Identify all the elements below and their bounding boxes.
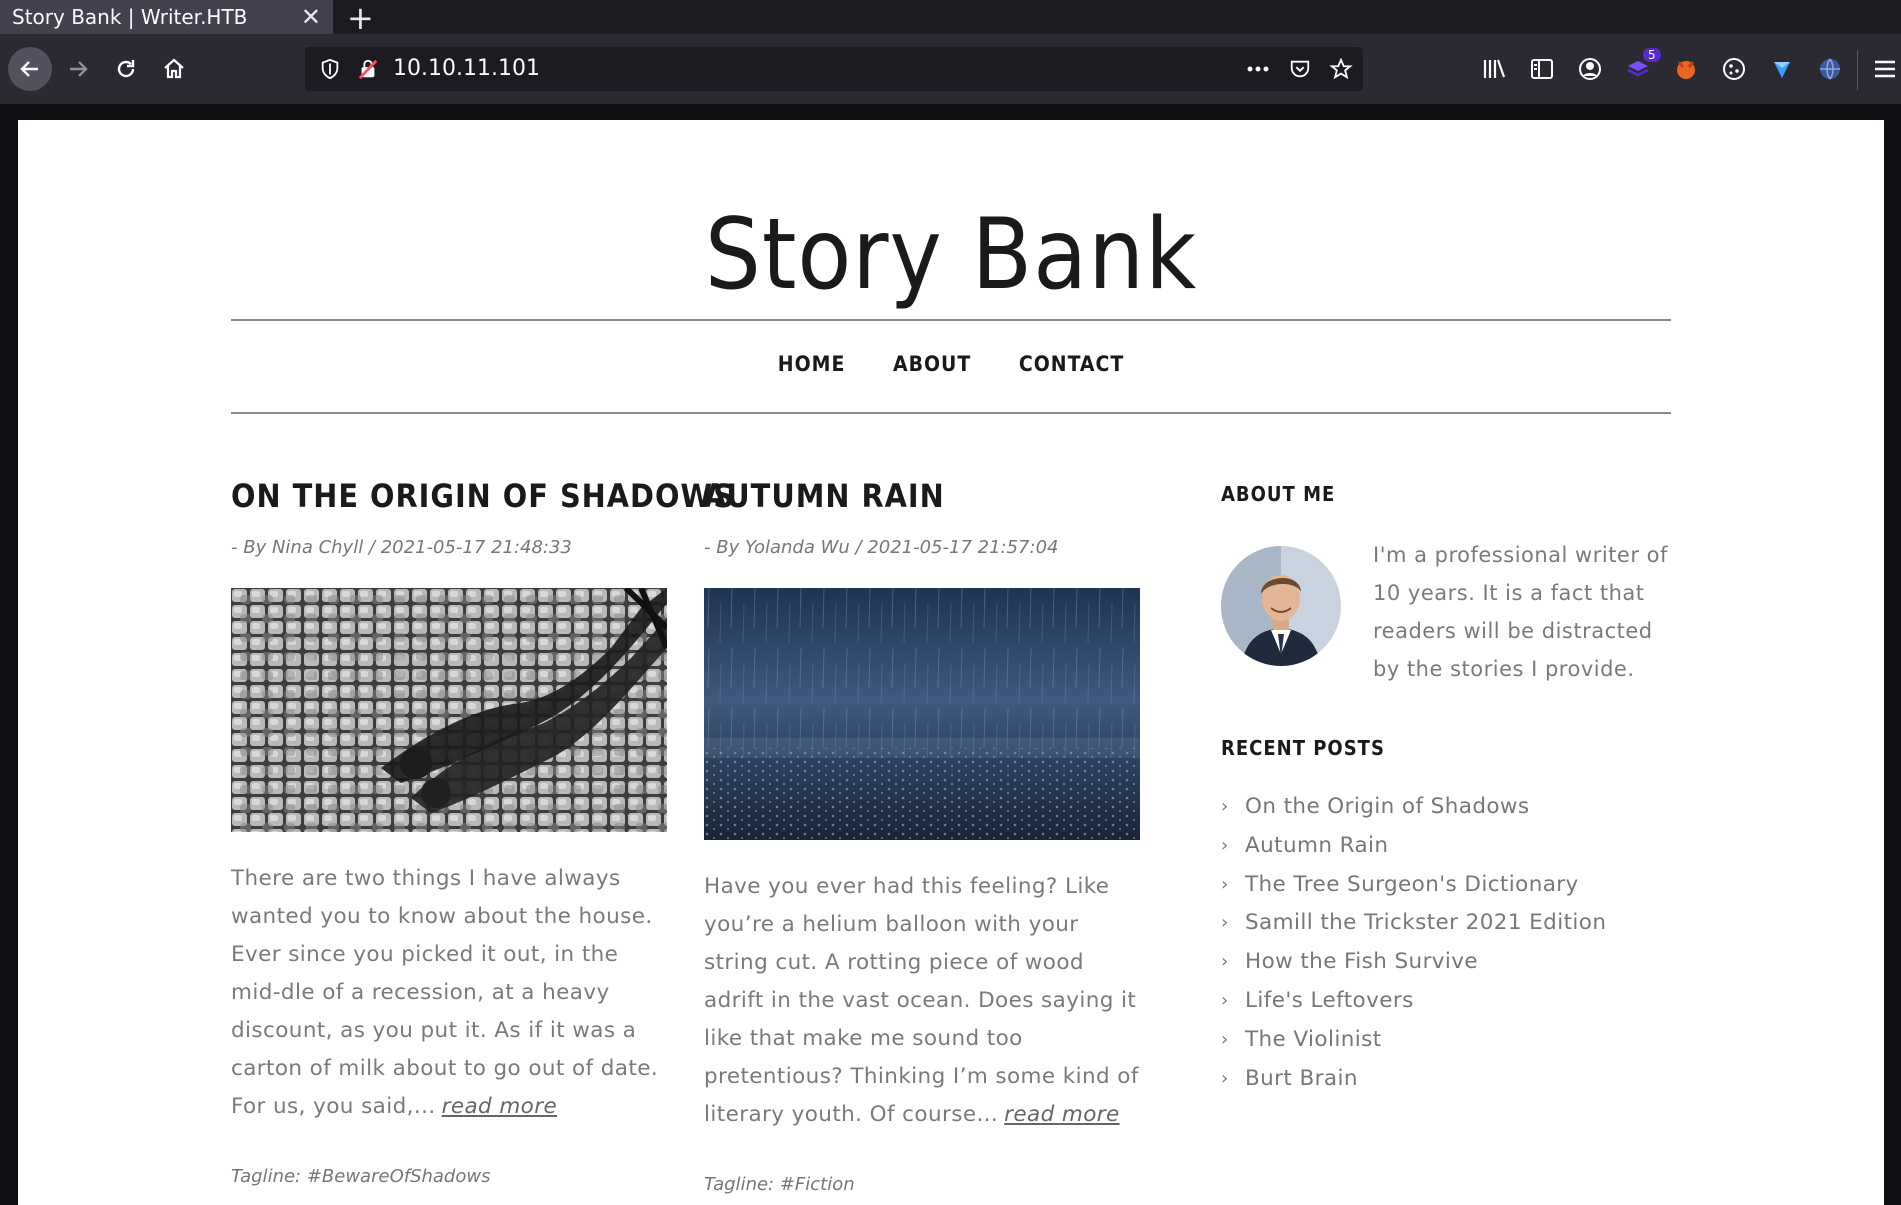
recent-post-link[interactable]: › Burt Brain	[1221, 1060, 1671, 1099]
excerpt-text: Have you ever had this feeling? Like you…	[704, 874, 1139, 1127]
close-tab-icon[interactable]: ✕	[301, 3, 321, 31]
library-icon[interactable]	[1481, 56, 1507, 82]
shield-icon[interactable]	[319, 58, 341, 80]
insecure-lock-icon[interactable]	[357, 58, 379, 80]
menu-divider	[231, 412, 1671, 414]
post-card: ON THE ORIGIN OF SHADOWS - By Nina Chyll…	[231, 477, 734, 1187]
tab-title: Story Bank | Writer.HTB	[12, 5, 248, 29]
about-me-text: I'm a professional writer of 10 years. I…	[1373, 543, 1668, 681]
site-title: Story Bank	[704, 198, 1198, 312]
menu-item-home[interactable]: HOME	[778, 352, 846, 376]
recent-post-title[interactable]: The Violinist	[1245, 1021, 1382, 1060]
recent-post-link[interactable]: › On the Origin of Shadows	[1221, 788, 1671, 827]
home-icon	[164, 58, 184, 79]
pocket-icon[interactable]	[1288, 58, 1312, 80]
navigation-toolbar: 10.10.11.101 5	[0, 34, 1901, 104]
menu-item-about[interactable]: ABOUT	[893, 352, 971, 376]
url-bar[interactable]: 10.10.11.101	[305, 47, 1363, 91]
recent-post-link[interactable]: › How the Fish Survive	[1221, 943, 1671, 982]
active-tab[interactable]: Story Bank | Writer.HTB ✕	[0, 0, 333, 34]
reload-icon	[117, 60, 135, 78]
sidebar: ABOUT ME I'm a professional writer of 10…	[1221, 482, 1671, 1098]
recent-post-title[interactable]: How the Fish Survive	[1245, 943, 1478, 982]
back-button[interactable]	[8, 47, 52, 91]
chevron-right-icon: ›	[1221, 796, 1229, 817]
chevron-right-icon: ›	[1221, 834, 1229, 856]
globe-icon[interactable]	[1817, 56, 1843, 82]
extension-badge: 5	[1643, 48, 1661, 62]
tab-bar: Story Bank | Writer.HTB ✕ +	[0, 0, 1901, 37]
star-icon[interactable]	[1329, 58, 1353, 80]
about-me-heading: ABOUT ME	[1221, 482, 1336, 506]
chevron-right-icon: ›	[1221, 912, 1229, 934]
url-text[interactable]: 10.10.11.101	[393, 56, 540, 81]
home-button[interactable]	[152, 47, 196, 91]
more-icon[interactable]	[1245, 58, 1271, 80]
post-title[interactable]: AUTUMN RAIN	[704, 477, 1140, 515]
read-more-link[interactable]: read more	[1004, 1102, 1120, 1127]
avatar	[1221, 546, 1341, 666]
new-tab-button[interactable]: +	[347, 0, 374, 37]
read-more-link[interactable]: read more	[442, 1094, 558, 1119]
recent-posts-heading: RECENT POSTS	[1221, 736, 1385, 760]
forward-button[interactable]	[56, 47, 100, 91]
recent-post-link[interactable]: › The Violinist	[1221, 1021, 1671, 1060]
post-meta: - By Yolanda Wu / 2021-05-17 21:57:04	[704, 537, 1059, 558]
post-tagline: Tagline: #Fiction	[704, 1174, 855, 1195]
recent-post-link[interactable]: › Samill the Trickster 2021 Edition	[1221, 904, 1671, 943]
recent-post-title[interactable]: Life's Leftovers	[1245, 982, 1414, 1021]
recent-post-title[interactable]: On the Origin of Shadows	[1245, 788, 1530, 827]
excerpt-text: There are two things I have always wante…	[231, 866, 659, 1119]
post-meta: - By Nina Chyll / 2021-05-17 21:48:33	[231, 537, 572, 558]
chevron-right-icon: ›	[1221, 1067, 1229, 1089]
about-me-section: I'm a professional writer of 10 years. I…	[1221, 536, 1671, 696]
menu-icon[interactable]	[1872, 56, 1898, 82]
post-image-shadows[interactable]	[231, 588, 667, 832]
post-tagline: Tagline: #BewareOfShadows	[231, 1166, 491, 1187]
foxy-proxy-icon[interactable]	[1673, 56, 1699, 82]
post-card: AUTUMN RAIN - By Yolanda Wu / 2021-05-17…	[704, 477, 1140, 1195]
cookie-icon[interactable]	[1721, 56, 1747, 82]
chevron-right-icon: ›	[1221, 873, 1229, 895]
post-image-rain[interactable]	[704, 588, 1140, 840]
reload-button[interactable]	[104, 47, 148, 91]
forward-icon	[70, 61, 88, 77]
recent-post-title[interactable]: Samill the Trickster 2021 Edition	[1245, 904, 1606, 943]
recent-post-link[interactable]: › Autumn Rain	[1221, 827, 1671, 866]
sidebar-icon[interactable]	[1529, 56, 1555, 82]
account-icon[interactable]	[1577, 56, 1603, 82]
back-icon	[20, 61, 38, 77]
wappalyzer-icon[interactable]	[1769, 56, 1795, 82]
toolbar-separator	[1857, 50, 1858, 90]
main-menu: HOME ABOUT CONTACT	[18, 352, 1884, 376]
header-divider	[231, 319, 1671, 321]
chevron-right-icon: ›	[1221, 951, 1229, 973]
recent-post-link[interactable]: › Life's Leftovers	[1221, 982, 1671, 1021]
web-page: Story Bank HOME ABOUT CONTACT ON THE ORI…	[18, 120, 1884, 1205]
recent-post-title[interactable]: Burt Brain	[1245, 1060, 1358, 1099]
menu-item-contact[interactable]: CONTACT	[1019, 352, 1124, 376]
chevron-right-icon: ›	[1221, 989, 1229, 1011]
post-title[interactable]: ON THE ORIGIN OF SHADOWS	[231, 477, 734, 515]
post-excerpt: There are two things I have always wante…	[231, 860, 667, 1126]
post-excerpt: Have you ever had this feeling? Like you…	[704, 868, 1140, 1134]
chevron-right-icon: ›	[1221, 1028, 1229, 1050]
recent-post-title[interactable]: The Tree Surgeon's Dictionary	[1245, 866, 1579, 905]
recent-post-link[interactable]: › The Tree Surgeon's Dictionary	[1221, 866, 1671, 905]
recent-post-title[interactable]: Autumn Rain	[1245, 827, 1388, 866]
recent-posts-list: › On the Origin of Shadows › Autumn Rain ›…	[1221, 788, 1671, 1098]
